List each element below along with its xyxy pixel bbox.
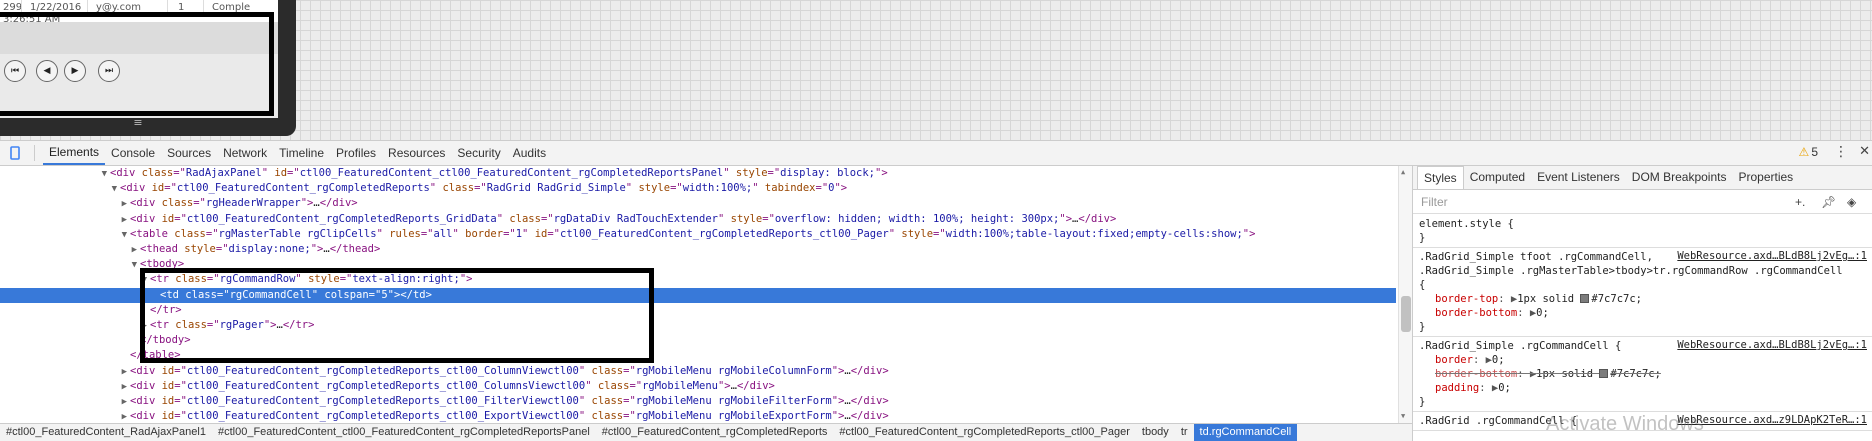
rule-source-link[interactable]: WebResource.axd…BLdB8Lj2vEg…:1: [1673, 250, 1867, 262]
warning-icon: ⚠: [1798, 145, 1810, 159]
device-preview-area: 2994 1/22/2016 y@y.com 1 Comple 3:26:51 …: [0, 0, 1872, 140]
device-frame: 2994 1/22/2016 y@y.com 1 Comple 3:26:51 …: [0, 0, 296, 136]
tab-computed[interactable]: Computed: [1464, 166, 1531, 189]
dom-breadcrumb: #ctl00_FeaturedContent_RadAjaxPanel1 #ct…: [0, 423, 1412, 441]
style-property[interactable]: border: ▶0;: [1419, 353, 1867, 367]
style-property[interactable]: border-top: ▶1px solid #7c7c7c;: [1419, 292, 1867, 306]
tab-elements[interactable]: Elements: [43, 141, 106, 165]
color-swatch-icon[interactable]: [1599, 369, 1609, 378]
breadcrumb-item[interactable]: #ctl00_FeaturedContent_ctl00_FeaturedCon…: [212, 424, 596, 441]
scroll-up-icon[interactable]: ▲: [1401, 168, 1405, 176]
dom-node[interactable]: ▶ <div class="rgHeaderWrapper">…</div>: [0, 196, 1396, 211]
warning-counter[interactable]: ⚠ 5: [1799, 145, 1818, 159]
styles-filter-input[interactable]: [1413, 194, 1773, 209]
style-property[interactable]: border-bottom: ▶1px solid #7c7c7c;: [1419, 367, 1867, 381]
expand-arrow-icon[interactable]: ▶: [122, 397, 127, 407]
breadcrumb-item[interactable]: tr: [1175, 424, 1194, 441]
breadcrumb-item[interactable]: #ctl00_FeaturedContent_rgCompletedReport…: [833, 424, 1135, 441]
tab-network[interactable]: Network: [217, 141, 273, 165]
style-rule: element.style {}: [1413, 215, 1872, 248]
collapse-arrow-icon[interactable]: ▼: [122, 230, 127, 240]
expand-arrow-icon[interactable]: ▶: [122, 215, 127, 225]
close-icon[interactable]: ✕: [1859, 144, 1870, 159]
tab-resources[interactable]: Resources: [382, 141, 451, 165]
expand-arrow-icon[interactable]: ▶: [122, 199, 127, 209]
dom-node[interactable]: ▶ <div id="ctl00_FeaturedContent_rgComple…: [0, 364, 1396, 379]
dom-node[interactable]: ▼ <div class="RadAjaxPanel" id="ctl00_Fea…: [0, 166, 1396, 181]
style-property[interactable]: padding: ▶0;: [1419, 381, 1867, 395]
styles-sidebar: Styles Computed Event Listeners DOM Brea…: [1412, 166, 1872, 441]
tab-audits[interactable]: Audits: [507, 141, 552, 165]
tab-event-listeners[interactable]: Event Listeners: [1531, 166, 1626, 189]
dom-scrollbar[interactable]: ▲ ▼: [1398, 166, 1412, 423]
style-rules: element.style {} .RadGrid_Simple tfoot .r…: [1413, 215, 1872, 431]
breadcrumb-item[interactable]: #ctl00_FeaturedContent_RadAjaxPanel1: [0, 424, 212, 441]
collapse-arrow-icon[interactable]: ▼: [132, 260, 137, 270]
breadcrumb-item[interactable]: #ctl00_FeaturedContent_rgCompletedReport…: [596, 424, 834, 441]
tab-sources[interactable]: Sources: [161, 141, 217, 165]
device-mode-icon: [10, 146, 20, 160]
filter-row: +. 📌︎ ◈: [1413, 190, 1872, 214]
expand-arrow-icon[interactable]: ▶: [132, 245, 137, 255]
highlight-box-preview: [0, 12, 274, 116]
style-rule: .RadGrid_Simple tfoot .rgCommandCell, .Ra…: [1413, 248, 1872, 337]
device-screen: 2994 1/22/2016 y@y.com 1 Comple 3:26:51 …: [0, 0, 278, 118]
rule-close-brace: }: [1419, 232, 1426, 244]
dom-node[interactable]: ▶ <div id="ctl00_FeaturedContent_rgComple…: [0, 212, 1396, 227]
dom-node[interactable]: ▶ <div id="ctl00_FeaturedContent_rgComple…: [0, 409, 1396, 423]
pin-icon[interactable]: 📌︎: [1821, 195, 1836, 209]
expand-arrow-icon[interactable]: ▶: [122, 367, 127, 377]
tab-profiles[interactable]: Profiles: [330, 141, 382, 165]
sidebar-tabs: Styles Computed Event Listeners DOM Brea…: [1413, 166, 1872, 190]
style-rule: .RadGrid_Simple .rgCommandCell {WebResou…: [1413, 337, 1872, 412]
devtools-toolbar: Elements Console Sources Network Timelin…: [0, 140, 1872, 166]
elements-dom-tree: ▼ <div class="RadAjaxPanel" id="ctl00_Fea…: [0, 166, 1412, 423]
more-options-icon[interactable]: ⋮: [1834, 144, 1848, 160]
collapse-arrow-icon[interactable]: ▼: [112, 184, 117, 194]
toolbar-divider: [34, 145, 35, 161]
new-style-rule-icon[interactable]: +.: [1795, 195, 1805, 209]
tab-timeline[interactable]: Timeline: [273, 141, 330, 165]
highlight-box-dom: [140, 268, 654, 363]
resize-handle-icon[interactable]: ≡: [130, 117, 146, 128]
tab-dom-breakpoints[interactable]: DOM Breakpoints: [1626, 166, 1733, 189]
tab-console[interactable]: Console: [105, 141, 161, 165]
dom-node[interactable]: ▶ <div id="ctl00_FeaturedContent_rgComple…: [0, 379, 1396, 394]
scroll-down-icon[interactable]: ▼: [1401, 412, 1405, 420]
dom-node[interactable]: ▼ <table class="rgMasterTable rgClipCells…: [0, 227, 1396, 242]
dom-scrollbar-thumb[interactable]: [1401, 296, 1411, 332]
color-swatch-icon[interactable]: [1580, 294, 1590, 303]
device-mode-toggle[interactable]: [2, 141, 28, 165]
toggle-element-state-icon[interactable]: ◈: [1847, 195, 1856, 209]
dom-node[interactable]: ▶ <thead style="display:none;">…</thead>: [0, 242, 1396, 257]
rule-close-brace: }: [1419, 321, 1426, 333]
rule-close-brace: }: [1419, 396, 1426, 408]
style-property[interactable]: border-bottom: ▶0;: [1419, 306, 1867, 320]
dom-node[interactable]: ▶ <div id="ctl00_FeaturedContent_rgComple…: [0, 394, 1396, 409]
breadcrumb-item-selected[interactable]: td.rgCommandCell: [1193, 424, 1298, 441]
tab-security[interactable]: Security: [451, 141, 506, 165]
breadcrumb-item[interactable]: tbody: [1136, 424, 1175, 441]
tab-properties[interactable]: Properties: [1732, 166, 1799, 189]
warning-count: 5: [1811, 145, 1818, 159]
collapse-arrow-icon[interactable]: ▼: [102, 169, 107, 179]
rule-selector[interactable]: element.style {: [1419, 217, 1867, 231]
tab-styles[interactable]: Styles: [1417, 166, 1464, 189]
expand-arrow-icon[interactable]: ▶: [122, 382, 127, 392]
dom-node[interactable]: ▼ <div id="ctl00_FeaturedContent_rgComple…: [0, 181, 1396, 196]
expand-arrow-icon[interactable]: ▶: [122, 412, 127, 422]
rule-selector[interactable]: {: [1419, 278, 1867, 292]
activate-windows-watermark: Activate Windows: [1546, 413, 1704, 435]
rule-selector[interactable]: .RadGrid_Simple .rgMasterTable>tbody>tr.…: [1419, 264, 1867, 278]
rule-source-link[interactable]: WebResource.axd…BLdB8Lj2vEg…:1: [1673, 339, 1867, 351]
